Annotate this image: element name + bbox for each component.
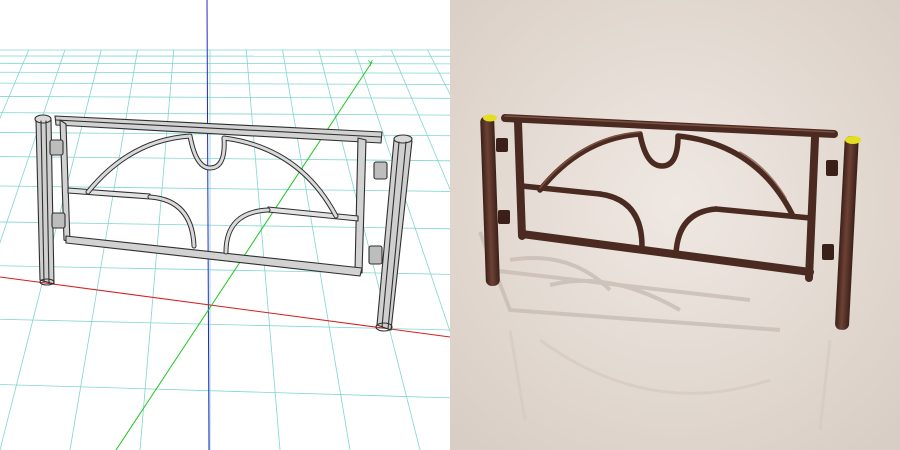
render-right-post-cap bbox=[845, 136, 861, 144]
wire-middle-rail-right bbox=[267, 206, 359, 222]
render-left-upright bbox=[514, 118, 526, 240]
wire-middle-rail-left bbox=[67, 187, 151, 200]
wire-top-rail bbox=[54, 115, 383, 144]
render-canvas bbox=[450, 0, 900, 450]
wireframe-viewport: Y bbox=[0, 0, 450, 450]
y-axis-label: Y bbox=[367, 59, 373, 68]
viewport-canvas: Y bbox=[0, 0, 450, 450]
render-viewport bbox=[450, 0, 900, 450]
comparison-view: Y bbox=[0, 0, 900, 450]
render-left-post-cap bbox=[483, 114, 497, 122]
wire-right-upright bbox=[354, 137, 367, 274]
